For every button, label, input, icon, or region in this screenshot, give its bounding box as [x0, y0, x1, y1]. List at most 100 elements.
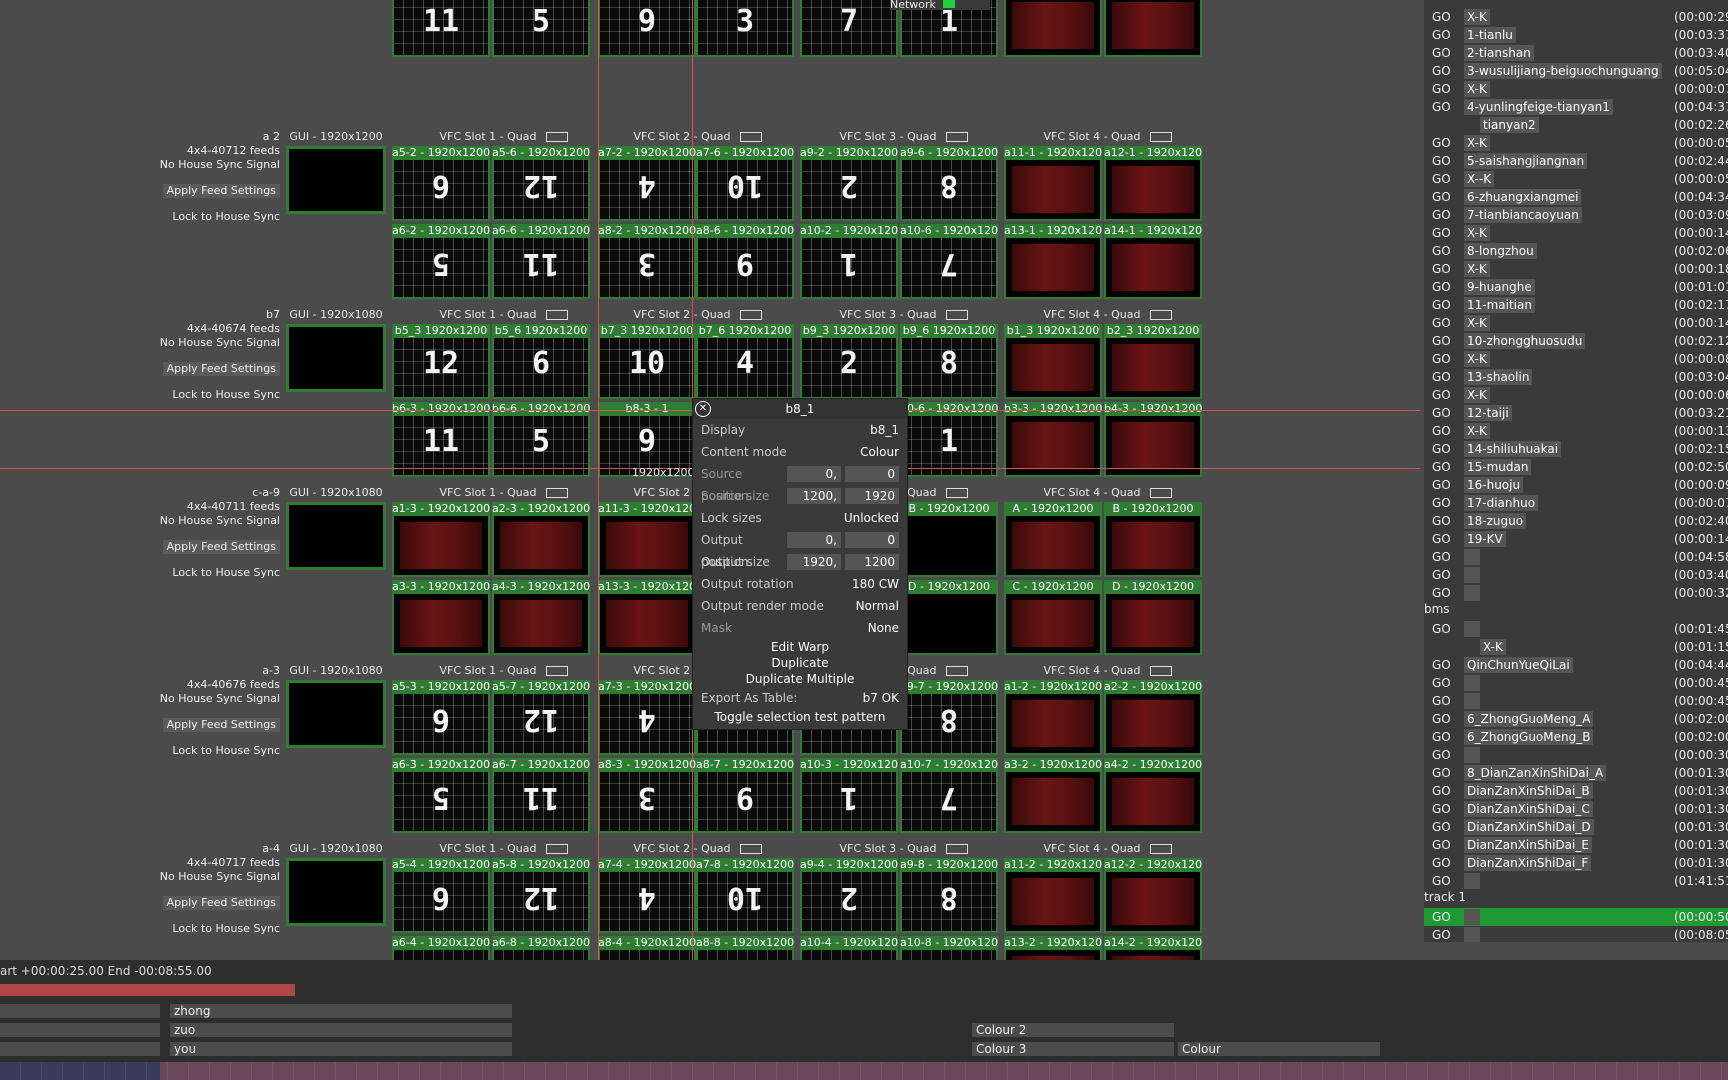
cue-row[interactable]: X-K (00:01:15 — [1424, 638, 1728, 656]
go-button[interactable]: GO — [1432, 494, 1451, 512]
output-size-y-field[interactable]: 1200 — [845, 554, 899, 570]
cue-row[interactable]: GO QinChunYueQiLai (00:04:44 — [1424, 656, 1728, 674]
cue-name[interactable]: 10-zhongghuosudu — [1464, 333, 1586, 349]
source-size-x-field[interactable]: 1200, — [787, 488, 841, 504]
cue-row[interactable]: GO DianZanXinShiDai_B (00:01:30 — [1424, 782, 1728, 800]
display-tile[interactable]: a11-2 - 1920x1200 — [1004, 858, 1102, 933]
go-button[interactable]: GO — [1432, 368, 1451, 386]
cue-name[interactable]: X-K — [1480, 639, 1506, 655]
cue-name[interactable]: 16-huoju — [1464, 477, 1524, 493]
display-tile[interactable]: a6-4 - 1920x1200 — [392, 936, 490, 960]
cue-row[interactable]: GO 5-saishangjiangnan (00:02:44 — [1424, 152, 1728, 170]
cue-row[interactable]: GO 11-maitian (00:02:17 — [1424, 296, 1728, 314]
timeline-clip[interactable]: zuo — [170, 1023, 512, 1037]
cue-name[interactable] — [1464, 693, 1480, 709]
display-tile[interactable]: a5-2 - 1920x1200 6 — [392, 146, 490, 221]
display-tile[interactable]: b8_2 1920x12009 — [598, 0, 696, 57]
display-tile[interactable]: D - 1920x1200 — [1104, 580, 1202, 655]
cue-name[interactable]: 7-tianbiancaoyuan — [1464, 207, 1582, 223]
cue-row[interactable]: GO 9-huanghe (00:01:01 — [1424, 278, 1728, 296]
cue-row[interactable]: GO DianZanXinShiDai_F (00:01:30 — [1424, 854, 1728, 872]
display-tile[interactable]: a1-3 - 1920x1200 — [392, 502, 490, 577]
gui-preview[interactable] — [286, 858, 386, 926]
go-button[interactable]: GO — [1432, 746, 1451, 764]
display-tile[interactable]: a2-2 - 1920x1200 — [1104, 680, 1202, 755]
cue-row[interactable]: GO (00:00:30 — [1424, 746, 1728, 764]
display-tile[interactable]: a13-2 - 1920x1200 — [1004, 936, 1102, 960]
slot-toggle-icon[interactable] — [546, 844, 569, 854]
cue-row[interactable]: GO (01:41:51 — [1424, 872, 1728, 890]
lock-house-sync-button[interactable]: Lock to House Sync — [30, 922, 280, 936]
cue-row[interactable]: GO 12-taiji (00:03:21 — [1424, 404, 1728, 422]
go-button[interactable]: GO — [1432, 350, 1451, 368]
apply-feed-settings-button[interactable]: Apply Feed Settings — [162, 896, 280, 910]
cue-row[interactable]: GO (00:08:05 — [1424, 926, 1728, 942]
cue-name[interactable] — [1464, 747, 1480, 763]
cue-name[interactable]: 17-dianhuo — [1464, 495, 1539, 511]
cue-name[interactable]: QinChunYueQiLai — [1464, 657, 1573, 673]
display-tile[interactable]: a8-3 - 1920x1200 3 — [598, 758, 696, 833]
gui-output[interactable]: GUI - 1920x1080 — [286, 308, 386, 392]
cue-name[interactable]: DianZanXinShiDai_D — [1464, 819, 1594, 835]
go-button[interactable]: GO — [1432, 188, 1451, 206]
go-button[interactable]: GO — [1432, 872, 1451, 890]
slot-toggle-icon[interactable] — [1150, 844, 1173, 854]
go-button[interactable]: GO — [1432, 782, 1451, 800]
cue-row[interactable]: GO X-K (00:00:06 — [1424, 386, 1728, 404]
display-tile[interactable]: a5-6 - 1920x1200 12 — [492, 146, 590, 221]
cue-name[interactable]: 15-mudan — [1464, 459, 1532, 475]
cue-row[interactable]: GO DianZanXinShiDai_D (00:01:30 — [1424, 818, 1728, 836]
cue-name[interactable]: 6_ZhongGuoMeng_A — [1464, 711, 1594, 727]
output-rotation-select[interactable]: 180 CW — [852, 573, 899, 595]
display-tile[interactable]: b4_1 1920x1200 — [1104, 0, 1202, 57]
go-button[interactable]: GO — [1432, 26, 1451, 44]
cue-name[interactable]: DianZanXinShiDai_E — [1464, 837, 1592, 853]
cue-row[interactable]: GO 15-mudan (00:02:50 — [1424, 458, 1728, 476]
go-button[interactable]: GO — [1432, 80, 1451, 98]
cue-row[interactable]: GO X-K (00:00:29 — [1424, 8, 1728, 26]
gui-preview[interactable] — [286, 502, 386, 570]
go-button[interactable]: GO — [1432, 530, 1451, 548]
cue-row[interactable]: GO (00:03:40 — [1424, 566, 1728, 584]
go-button[interactable]: GO — [1432, 548, 1451, 566]
go-button[interactable]: GO — [1432, 314, 1451, 332]
display-tile[interactable]: a6-2 - 1920x1200 5 — [392, 224, 490, 299]
cue-row[interactable]: GO (00:00:45 — [1424, 674, 1728, 692]
go-button[interactable]: GO — [1432, 926, 1451, 942]
gui-output[interactable]: GUI - 1920x1080 — [286, 842, 386, 926]
go-button[interactable]: GO — [1432, 98, 1451, 116]
cue-name[interactable]: X-K — [1464, 351, 1490, 367]
timeline-clip[interactable]: Colour — [1178, 1042, 1380, 1056]
cue-row[interactable]: GO 4-yunlingfeige-tianyan1 (00:04:37 — [1424, 98, 1728, 116]
slot-toggle-icon[interactable] — [946, 488, 969, 498]
cue-row[interactable]: GO 8-longzhou (00:02:06 — [1424, 242, 1728, 260]
display-tile[interactable]: a11-1 - 1920x1200 — [1004, 146, 1102, 221]
cue-row[interactable]: GO (00:00:32 — [1424, 584, 1728, 602]
cue-row[interactable]: GO X-K (00:00:08 — [1424, 350, 1728, 368]
go-button[interactable]: GO — [1432, 674, 1451, 692]
close-icon[interactable]: ✕ — [695, 401, 711, 417]
slot-toggle-icon[interactable] — [740, 132, 763, 142]
apply-feed-settings-button[interactable]: Apply Feed Settings — [162, 718, 280, 732]
display-tile[interactable]: a6-6 - 1920x1200 11 — [492, 224, 590, 299]
cue-row[interactable]: tianyan2 (00:02:26 — [1424, 116, 1728, 134]
cue-row[interactable]: GO 10-zhongghuosudu (00:02:12 — [1424, 332, 1728, 350]
cue-name[interactable] — [1464, 567, 1480, 583]
go-button[interactable]: GO — [1432, 728, 1451, 746]
cue-name[interactable]: 8-longzhou — [1464, 243, 1537, 259]
timeline-track-handle[interactable] — [0, 1004, 160, 1018]
go-button[interactable]: GO — [1432, 692, 1451, 710]
slot-toggle-icon[interactable] — [946, 844, 969, 854]
gui-preview[interactable] — [286, 324, 386, 392]
cue-name[interactable] — [1464, 927, 1480, 942]
display-tile[interactable]: B - 1920x1200 — [1104, 502, 1202, 577]
display-tile[interactable]: a6-3 - 1920x1200 5 — [392, 758, 490, 833]
go-button[interactable]: GO — [1432, 458, 1451, 476]
slot-toggle-icon[interactable] — [1150, 488, 1173, 498]
cue-row[interactable]: GO DianZanXinShiDai_E (00:01:30 — [1424, 836, 1728, 854]
duplicate-button[interactable]: Duplicate — [693, 655, 907, 671]
cue-name[interactable]: 14-shiliuhuakai — [1464, 441, 1562, 457]
cue-row[interactable]: GO 1-tianlu (00:03:37 — [1424, 26, 1728, 44]
cue-row[interactable]: GO (00:04:58 — [1424, 548, 1728, 566]
cue-row[interactable]: GO X-K (00:00:18 — [1424, 260, 1728, 278]
